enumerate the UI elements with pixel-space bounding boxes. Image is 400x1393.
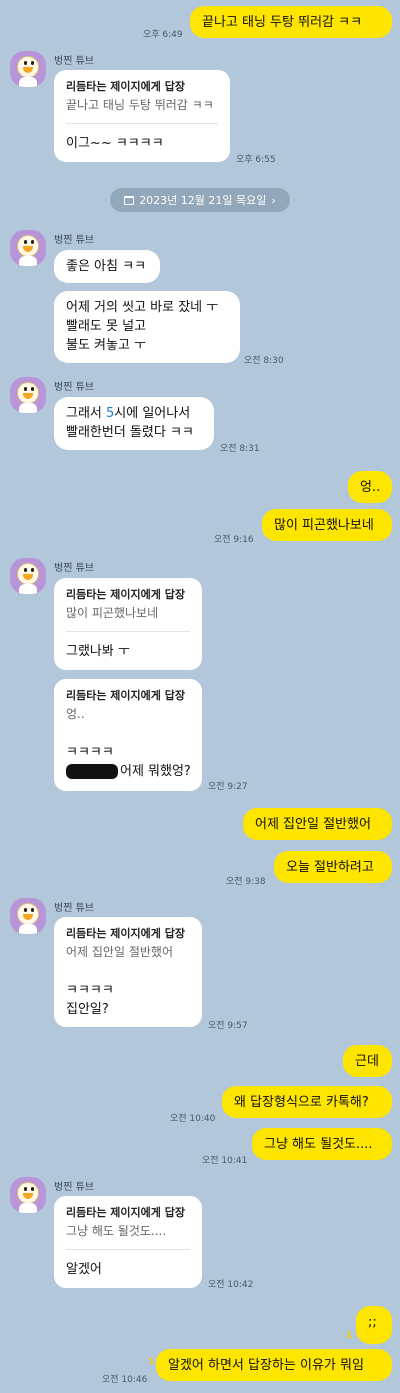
friend-message-bubble[interactable]: 좋은 아침 ㅋㅋ: [54, 250, 160, 283]
unread-count: 1: [148, 1357, 155, 1367]
friend-avatar[interactable]: [10, 51, 46, 87]
reply-message-card[interactable]: 리듬타는 제이지에게 답장 그냥 해도 될것도.... 알겠어: [54, 1196, 202, 1288]
sender-name: 벙찐 튜브: [54, 563, 94, 574]
sender-name: 벙찐 튜브: [54, 235, 94, 246]
timestamp: 오후 6:55: [236, 155, 276, 165]
sender-name: 벙찐 튜브: [54, 903, 94, 914]
divider: [66, 631, 190, 632]
reply-message-card[interactable]: 리듬타는 제이지에게 답장 많이 피곤했나보네 그랬나봐 ㅜ: [54, 578, 202, 670]
reply-text: ㅋㅋㅋㅋ: [66, 983, 114, 998]
my-message-bubble[interactable]: 그냥 해도 될것도....: [252, 1128, 392, 1160]
timestamp: 오전 10:41: [202, 1156, 248, 1166]
reply-quote: 엉..: [66, 707, 85, 721]
reply-text: 집안일?: [66, 1002, 109, 1017]
friend-message-bubble[interactable]: 어제 거의 씻고 바로 잤네 ㅜ 빨래도 못 널고 불도 켜놓고 ㅜ: [54, 291, 240, 363]
my-message-bubble[interactable]: 어제 집안일 절반했어: [243, 808, 392, 840]
friend-avatar[interactable]: [10, 377, 46, 413]
reply-text: 어제 뭐했엉?: [66, 762, 191, 781]
friend-avatar[interactable]: [10, 1177, 46, 1213]
message-line: 그래서 5시에 일어나서: [66, 406, 191, 421]
reply-header: 리듬타는 제이지에게 답장: [66, 1206, 185, 1219]
message-line: 빨래한번더 돌렸다 ㅋㅋ: [66, 425, 194, 440]
timestamp: 오전 10:46: [102, 1375, 148, 1385]
reply-quote: 어제 집안일 절반했어: [66, 945, 173, 959]
date-divider[interactable]: 2023년 12월 21일 목요일 ›: [110, 188, 290, 212]
reply-message-card[interactable]: 리듬타는 제이지에게 답장 끝나고 태닝 두탕 뛰러감 ㅋㅋ 이그~~ ㅋㅋㅋㅋ: [54, 70, 230, 162]
message-line: 빨래도 못 널고: [66, 319, 147, 334]
friend-message-bubble[interactable]: 그래서 5시에 일어나서 빨래한번더 돌렸다 ㅋㅋ: [54, 397, 214, 450]
my-message-bubble[interactable]: 많이 피곤했나보네: [262, 509, 392, 541]
timestamp: 오전 9:16: [214, 535, 254, 545]
sender-name: 벙찐 튜브: [54, 56, 94, 67]
timestamp: 오전 10:42: [208, 1280, 254, 1290]
chevron-right-icon: ›: [271, 193, 276, 207]
timestamp: 오후 6:49: [143, 30, 183, 40]
timestamp: 오전 8:31: [220, 444, 260, 454]
reply-quote: 끝나고 태닝 두탕 뛰러감 ㅋㅋ: [66, 98, 214, 112]
redacted-name-mark: [66, 764, 118, 779]
sender-name: 벙찐 튜브: [54, 1182, 94, 1193]
timestamp: 오전 10:40: [170, 1114, 216, 1124]
reply-message-card[interactable]: 리듬타는 제이지에게 답장 엉.. ㅋㅋㅋㅋ 어제 뭐했엉?: [54, 679, 202, 791]
my-message-bubble[interactable]: 근데: [343, 1045, 392, 1077]
reply-text: ㅋㅋㅋㅋ: [66, 745, 114, 760]
my-message-bubble[interactable]: 끝나고 태닝 두탕 뛰러감 ㅋㅋ: [190, 6, 392, 38]
reply-header: 리듬타는 제이지에게 답장: [66, 927, 185, 940]
timestamp: 오전 9:38: [226, 877, 266, 887]
friend-avatar[interactable]: [10, 230, 46, 266]
reply-header: 리듬타는 제이지에게 답장: [66, 588, 185, 601]
my-message-bubble[interactable]: 엉..: [348, 471, 392, 503]
friend-avatar[interactable]: [10, 898, 46, 934]
reply-quote: 많이 피곤했나보네: [66, 606, 159, 620]
my-message-bubble[interactable]: 알겠어 하면서 답장하는 이유가 뭐임: [156, 1349, 392, 1381]
timestamp: 오전 9:27: [208, 782, 248, 792]
my-message-bubble[interactable]: 왜 답장형식으로 카톡해?: [222, 1086, 392, 1118]
calendar-icon: [124, 195, 135, 205]
message-line: 어제 거의 씻고 바로 잤네 ㅜ: [66, 300, 219, 315]
reply-header: 리듬타는 제이지에게 답장: [66, 80, 185, 93]
my-message-bubble[interactable]: ;;: [356, 1306, 392, 1344]
message-line: 불도 켜놓고 ㅜ: [66, 338, 147, 353]
sender-name: 벙찐 튜브: [54, 382, 94, 393]
divider: [66, 123, 218, 124]
divider: [66, 970, 190, 971]
reply-text: 이그~~ ㅋㅋㅋㅋ: [66, 136, 164, 151]
divider: [66, 732, 190, 733]
reply-text: 그랬나봐 ㅜ: [66, 644, 130, 659]
reply-header: 리듬타는 제이지에게 답장: [66, 689, 185, 702]
reply-message-card[interactable]: 리듬타는 제이지에게 답장 어제 집안일 절반했어 ㅋㅋㅋㅋ 집안일?: [54, 917, 202, 1027]
unread-count: 1: [346, 1331, 353, 1341]
date-text: 2023년 12월 21일 목요일: [139, 194, 267, 207]
divider: [66, 1249, 190, 1250]
reply-quote: 그냥 해도 될것도....: [66, 1224, 167, 1238]
my-message-bubble[interactable]: 오늘 절반하려고: [274, 851, 392, 883]
timestamp: 오전 8:30: [244, 356, 284, 366]
friend-avatar[interactable]: [10, 558, 46, 594]
timestamp: 오전 9:57: [208, 1021, 248, 1031]
reply-text: 알겠어: [66, 1262, 102, 1277]
